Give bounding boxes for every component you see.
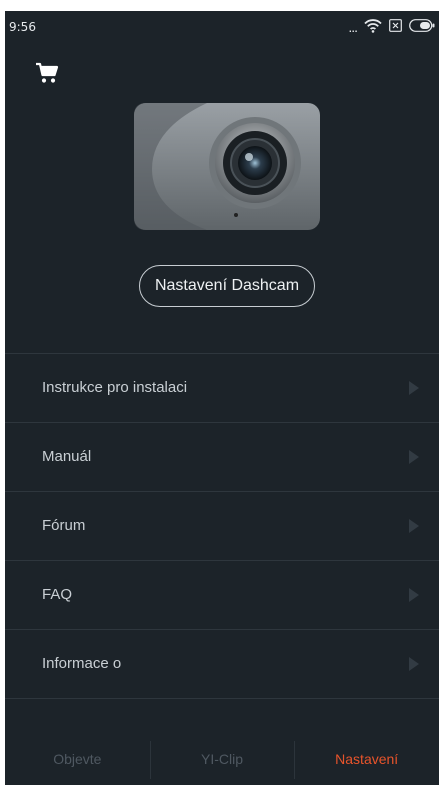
menu-item-manual[interactable]: Manuál xyxy=(5,422,439,491)
tab-settings[interactable]: Nastavení xyxy=(294,733,439,785)
menu-item-about[interactable]: Informace o xyxy=(5,629,439,699)
status-dots: ... xyxy=(348,19,358,35)
wifi-icon xyxy=(364,18,382,36)
chevron-right-icon xyxy=(409,657,419,671)
battery-icon xyxy=(409,19,435,35)
chevron-right-icon xyxy=(409,450,419,464)
menu-item-label: FAQ xyxy=(42,586,73,603)
tab-discover[interactable]: Objevte xyxy=(5,733,150,785)
dashcam-image xyxy=(132,99,322,232)
cart-icon xyxy=(34,62,60,89)
status-time: 9:56 xyxy=(9,20,36,34)
cart-button[interactable] xyxy=(34,61,60,85)
menu-item-label: Fórum xyxy=(42,517,86,534)
sim-icon xyxy=(389,19,402,35)
chevron-right-icon xyxy=(409,381,419,395)
menu-item-label: Manuál xyxy=(42,448,92,465)
dashcam-settings-button[interactable]: Nastavení Dashcam xyxy=(139,265,315,307)
settings-menu: Instrukce pro instalaci Manuál Fórum FAQ… xyxy=(5,353,439,699)
bottom-nav: Objevte YI-Clip Nastavení xyxy=(5,733,439,785)
chevron-right-icon xyxy=(409,588,419,602)
menu-item-faq[interactable]: FAQ xyxy=(5,560,439,629)
menu-item-forum[interactable]: Fórum xyxy=(5,491,439,560)
app-screen: 9:56 ... Nastavení Dashcam Instrukce pro… xyxy=(5,11,439,785)
status-icons: ... xyxy=(348,18,435,36)
chevron-right-icon xyxy=(409,519,419,533)
tab-yi-clip[interactable]: YI-Clip xyxy=(149,733,295,785)
menu-item-label: Informace o xyxy=(42,655,122,672)
menu-item-label: Instrukce pro instalaci xyxy=(42,379,188,396)
menu-item-installation[interactable]: Instrukce pro instalaci xyxy=(5,353,439,422)
status-bar: 9:56 ... xyxy=(5,11,439,41)
screen-frame-top xyxy=(0,0,439,11)
